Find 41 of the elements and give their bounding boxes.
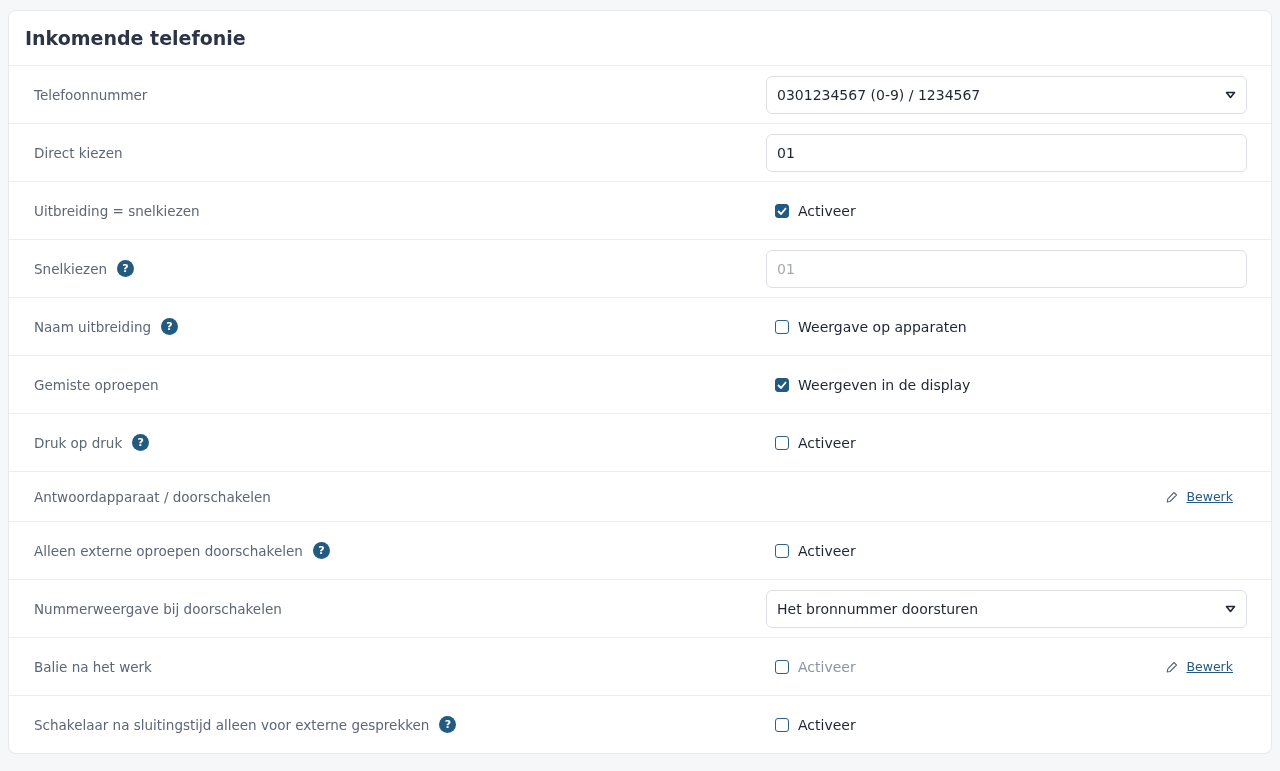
text-field[interactable]: 01: [766, 249, 1247, 288]
setting-label: Balie na het werk: [34, 658, 152, 675]
help-icon[interactable]: ?: [439, 716, 457, 733]
setting-label: Uitbreiding = snelkiezen: [34, 202, 200, 219]
setting-label: Nummerweergave bij doorschakelen: [34, 600, 282, 617]
checkbox-label: Weergeven in de display: [798, 376, 971, 393]
setting-label: Alleen externe oproepen doorschakelen: [34, 542, 303, 559]
checkbox-label: Weergave op apparaten: [798, 318, 967, 335]
checkbox-label: Activeer: [798, 716, 856, 733]
caret-icon: [1225, 90, 1236, 99]
edit-link[interactable]: Bewerk: [1186, 489, 1233, 504]
checkbox-label: Activeer: [798, 434, 856, 451]
help-icon[interactable]: ?: [312, 542, 330, 559]
checkbox[interactable]: [775, 377, 789, 392]
select-field[interactable]: 0301234567 (0-9) / 1234567: [766, 75, 1247, 114]
text-field[interactable]: 01: [766, 133, 1247, 172]
setting-label: Druk op druk: [34, 434, 123, 451]
checkbox-label: Activeer: [798, 542, 856, 559]
checkbox[interactable]: [775, 435, 789, 450]
setting-label: Gemiste oproepen: [34, 376, 159, 393]
setting-label: Telefoonnummer: [34, 86, 148, 103]
help-icon[interactable]: ?: [161, 318, 178, 335]
checkbox-label: Activeer: [798, 658, 856, 675]
pencil-icon: [1166, 490, 1179, 503]
setting-label: Naam uitbreiding: [34, 318, 151, 335]
checkbox[interactable]: [775, 717, 789, 732]
card-title: Inkomende telefonie: [25, 27, 246, 49]
caret-icon: [1225, 604, 1236, 613]
checkbox[interactable]: [775, 203, 789, 218]
setting-label: Snelkiezen: [34, 260, 107, 277]
checkbox-label: Activeer: [798, 202, 856, 219]
edit-link[interactable]: Bewerk: [1186, 659, 1233, 674]
setting-label: Direct kiezen: [34, 144, 123, 161]
select-field[interactable]: Het bronnummer doorsturen: [766, 589, 1247, 628]
pencil-icon: [1166, 660, 1179, 673]
setting-label: Antwoordapparaat / doorschakelen: [34, 488, 271, 505]
checkbox[interactable]: [775, 319, 789, 334]
help-icon[interactable]: ?: [117, 260, 134, 277]
setting-label: Schakelaar na sluitingstijd alleen voor externe gesprekken: [34, 716, 430, 733]
checkbox[interactable]: [775, 543, 789, 558]
help-icon[interactable]: ?: [132, 434, 150, 451]
